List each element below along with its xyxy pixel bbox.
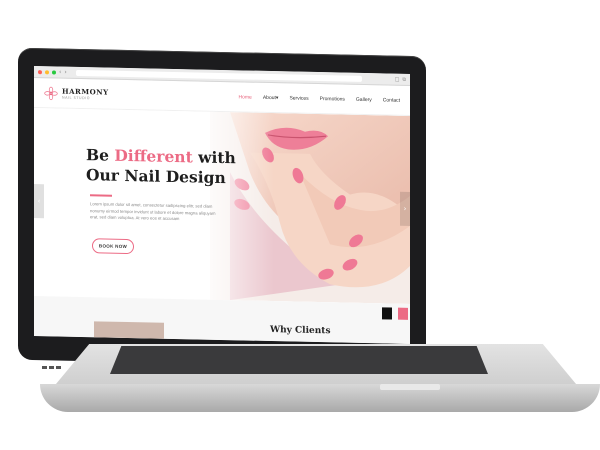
menu-item-about[interactable]: About▾ [263, 94, 279, 100]
port [49, 366, 54, 369]
back-arrow-icon[interactable]: ‹ [59, 68, 61, 75]
menu-item-promotions[interactable]: Promotions [320, 96, 345, 103]
section-title: Why Clients [270, 325, 331, 337]
book-now-button[interactable]: BOOK NOW [92, 238, 134, 255]
site-logo[interactable]: HARMONY NAIL STUDIO [44, 86, 109, 101]
laptop-ports [42, 366, 72, 376]
headline-divider [90, 194, 112, 197]
menu-item-about-label: About [262, 94, 276, 101]
laptop-mockup: ‹ › □ ⧉ HARMONY NAIL STUDIO Home About▾ … [0, 0, 600, 450]
laptop-trackpad [380, 384, 440, 390]
port [42, 366, 47, 369]
main-menu: Home About▾ Services Promotions Gallery … [239, 94, 401, 103]
hero-body-text: Lorem ipsum dolor sit amet, consectetur … [90, 201, 216, 222]
minimize-window-button[interactable] [45, 69, 49, 74]
maximize-window-button[interactable] [52, 69, 56, 75]
slider-prev-icon[interactable]: ‹ [34, 184, 44, 219]
headline-accent: Different [114, 145, 193, 167]
menu-item-home[interactable]: Home [239, 94, 252, 100]
hero-section: Be Different with Our Nail Design Lorem … [34, 108, 410, 304]
section-thumbnail [94, 321, 164, 339]
headline-pre: Be [86, 145, 115, 165]
close-window-button[interactable] [38, 69, 42, 74]
flower-icon [44, 86, 58, 100]
dark-swatch [382, 307, 392, 320]
menu-item-gallery[interactable]: Gallery [356, 96, 372, 102]
port [56, 366, 61, 369]
chevron-down-icon: ▾ [275, 94, 279, 101]
laptop-base-front [40, 384, 600, 412]
why-clients-section: Why Clients [34, 296, 410, 344]
share-icon[interactable]: □ [395, 76, 400, 82]
tabs-icon[interactable]: ⧉ [402, 76, 406, 82]
menu-item-contact[interactable]: Contact [383, 97, 400, 103]
menu-item-services[interactable]: Services [289, 95, 308, 101]
slider-next-icon[interactable]: › [400, 191, 410, 226]
laptop-screen: ‹ › □ ⧉ HARMONY NAIL STUDIO Home About▾ … [34, 66, 410, 344]
pink-swatch [398, 307, 408, 320]
laptop-keyboard [110, 346, 488, 374]
forward-arrow-icon[interactable]: › [64, 68, 66, 75]
headline-line2: Our Nail Design [86, 165, 226, 188]
hero-headline: Be Different with Our Nail Design [86, 145, 236, 188]
headline-post: with [192, 147, 236, 168]
